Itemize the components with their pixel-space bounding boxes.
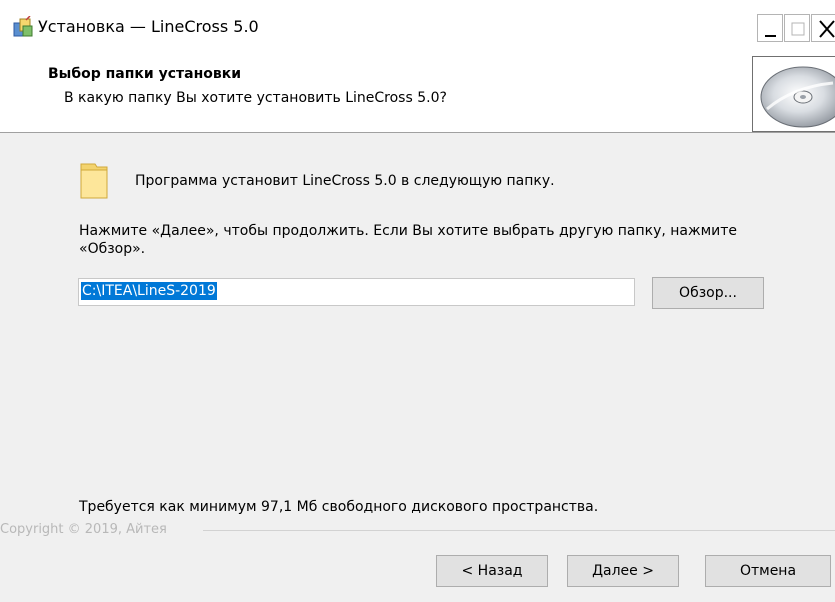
install-folder-info: Программа установит LineCross 5.0 в след… <box>135 173 555 189</box>
minimize-button[interactable] <box>757 14 783 42</box>
title-bar[interactable]: Установка — LineCross 5.0 <box>0 0 835 48</box>
copyright-text: Copyright © 2019, Айтея <box>0 522 167 537</box>
folder-icon <box>80 161 108 199</box>
browse-button[interactable]: Обзор... <box>652 277 764 309</box>
back-button[interactable]: < Назад <box>436 555 548 587</box>
cd-disc-icon <box>752 56 835 132</box>
maximize-button[interactable] <box>784 14 810 42</box>
instructions-text: Нажмите «Далее», чтобы продолжить. Если … <box>79 223 738 257</box>
install-path-value: C:\ITEA\LineS-2019 <box>81 282 217 300</box>
next-button[interactable]: Далее > <box>567 555 679 587</box>
disk-space-requirement: Требуется как минимум 97,1 Мб свободного… <box>79 499 599 515</box>
footer-divider <box>203 530 835 531</box>
installer-app-icon <box>12 15 34 38</box>
close-icon <box>819 20 835 38</box>
install-path-input[interactable]: C:\ITEA\LineS-2019 <box>78 278 635 306</box>
page-subtitle: В какую папку Вы хотите установить LineC… <box>64 90 447 106</box>
page-title: Выбор папки установки <box>48 66 242 82</box>
window-title: Установка — LineCross 5.0 <box>38 17 259 36</box>
wizard-header: Выбор папки установки В какую папку Вы х… <box>0 48 835 133</box>
cancel-button[interactable]: Отмена <box>705 555 831 587</box>
installer-window: Установка — LineCross 5.0 Выбор папки ус… <box>0 0 835 602</box>
close-button[interactable] <box>811 14 835 42</box>
